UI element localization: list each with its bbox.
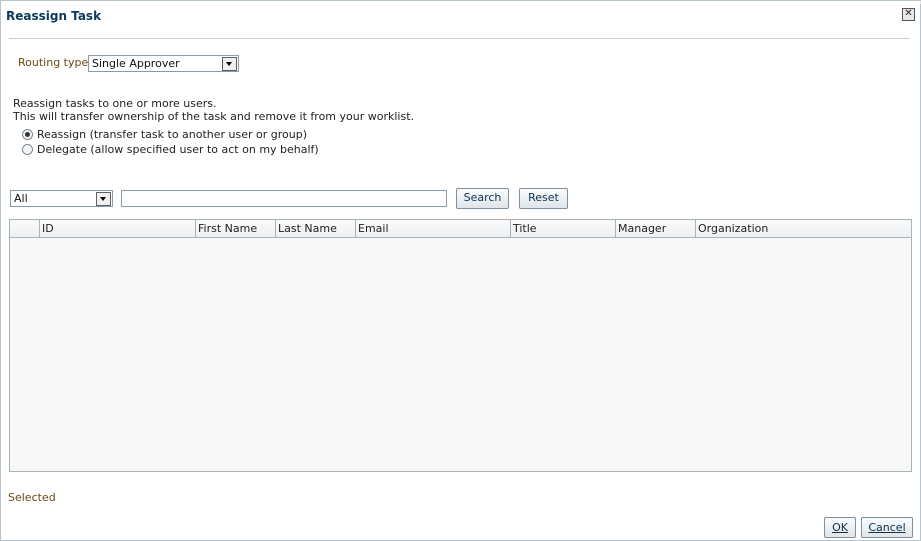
routing-type-select[interactable]: Single Approver — [88, 55, 239, 72]
delegate-option-label: Delegate (allow specified user to act on… — [37, 143, 319, 156]
user-results-table: ID First Name Last Name Email Title Mana… — [9, 219, 912, 472]
search-filter-value: All — [14, 192, 28, 205]
chevron-down-icon[interactable] — [222, 57, 237, 71]
instruction-line-2: This will transfer ownership of the task… — [13, 110, 415, 123]
column-header-id[interactable]: ID — [39, 220, 195, 237]
search-filter-select[interactable]: All — [10, 190, 113, 207]
column-header-last-name[interactable]: Last Name — [275, 220, 355, 237]
column-header-title[interactable]: Title — [510, 220, 615, 237]
cancel-button[interactable]: Cancel — [861, 517, 913, 538]
reset-button[interactable]: Reset — [519, 188, 568, 209]
delegate-option[interactable]: Delegate (allow specified user to act on… — [22, 143, 319, 157]
reassign-option-label: Reassign (transfer task to another user … — [37, 128, 308, 141]
column-header-manager[interactable]: Manager — [615, 220, 695, 237]
reassign-task-dialog: Reassign Task ✕ Routing type Single Appr… — [0, 0, 921, 541]
ok-button[interactable]: OK — [824, 517, 856, 538]
reassign-option[interactable]: Reassign (transfer task to another user … — [22, 128, 307, 142]
title-divider — [9, 38, 910, 39]
column-header-email[interactable]: Email — [355, 220, 510, 237]
search-button[interactable]: Search — [456, 188, 509, 209]
routing-type-value: Single Approver — [92, 57, 180, 70]
title-bar: Reassign Task ✕ — [1, 1, 920, 31]
dialog-title: Reassign Task — [6, 9, 102, 23]
column-header-organization[interactable]: Organization — [695, 220, 911, 237]
select-all-header[interactable] — [10, 220, 40, 237]
search-input[interactable] — [121, 190, 447, 207]
instruction-line-1: Reassign tasks to one or more users. — [13, 97, 217, 110]
reassign-radio[interactable] — [22, 129, 33, 140]
delegate-radio[interactable] — [22, 144, 33, 155]
table-header: ID First Name Last Name Email Title Mana… — [10, 220, 911, 238]
selected-label: Selected — [8, 491, 56, 504]
close-icon[interactable]: ✕ — [902, 8, 915, 21]
routing-type-label: Routing type — [18, 56, 89, 69]
table-body — [10, 238, 911, 471]
chevron-down-icon[interactable] — [96, 192, 111, 206]
column-header-first-name[interactable]: First Name — [195, 220, 275, 237]
